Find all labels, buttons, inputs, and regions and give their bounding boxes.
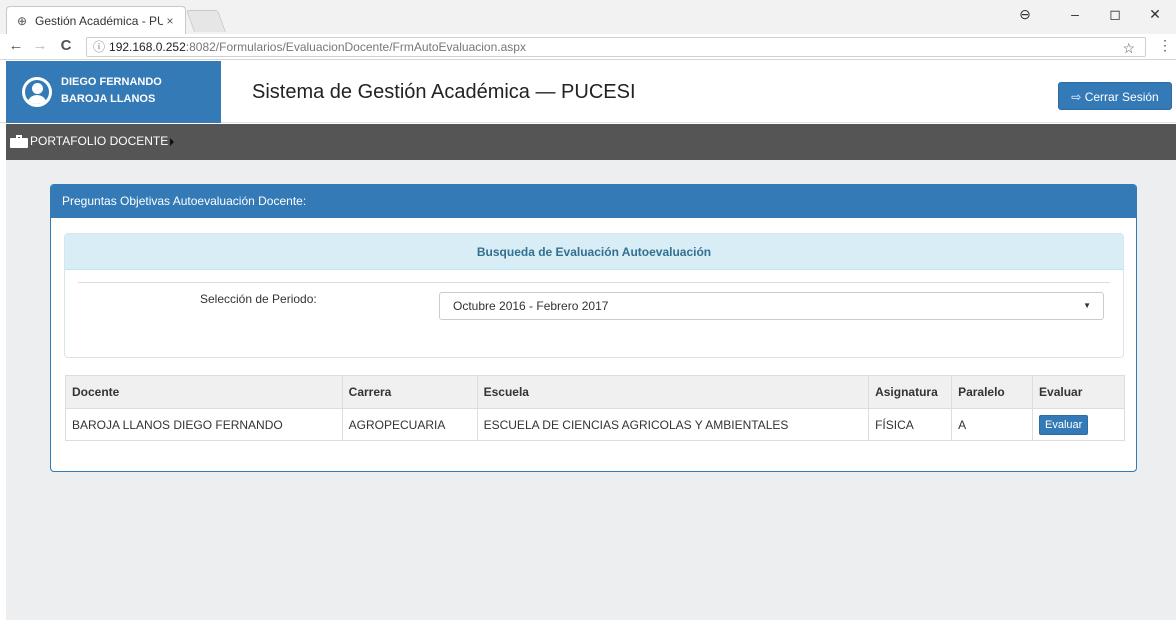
browser-tab[interactable]: ⊕ Gestión Académica - PU × (6, 6, 186, 34)
app-header: DIEGO FERNANDO BAROJA LLANOS Sistema de … (0, 61, 1176, 123)
period-select-value: Octubre 2016 - Febrero 2017 (453, 299, 609, 313)
account-icon[interactable]: ⊖ (1010, 6, 1040, 23)
autoevaluation-panel: Preguntas Objetivas Autoevaluación Docen… (50, 184, 1137, 472)
nav-item-label: PORTAFOLIO DOCENTE (30, 134, 169, 148)
url-path: :8082/Formularios/EvaluacionDocente/FrmA… (185, 40, 526, 54)
column-header-docente[interactable]: Docente (65, 375, 343, 409)
browser-menu-icon[interactable]: ⋮ (1158, 37, 1172, 54)
content-area: Preguntas Objetivas Autoevaluación Docen… (6, 160, 1176, 620)
logout-button[interactable]: ⇨ Cerrar Sesión (1058, 82, 1172, 110)
bookmark-star-icon[interactable]: ☆ (1122, 39, 1135, 57)
period-label: Selección de Periodo: (200, 292, 317, 306)
briefcase-icon (10, 134, 28, 148)
column-header-paralelo[interactable]: Paralelo (951, 375, 1034, 409)
logout-label: Cerrar Sesión (1084, 90, 1159, 104)
evaluation-table: Docente Carrera Escuela Asignatura Paral… (65, 375, 1125, 441)
page-title: Sistema de Gestión Académica — PUCESI (252, 81, 636, 103)
cell-carrera: AGROPECUARIA (341, 408, 478, 441)
cell-escuela: ESCUELA DE CIENCIAS AGRICOLAS Y AMBIENTA… (476, 408, 870, 441)
period-select[interactable]: Octubre 2016 - Febrero 2017 ▼ (439, 292, 1104, 320)
user-name-last: BAROJA LLANOS (61, 93, 156, 105)
chevron-down-icon: ▼ (1083, 301, 1091, 310)
close-window-icon[interactable]: ✕ (1140, 6, 1170, 23)
info-icon[interactable]: ⓘ (93, 40, 105, 54)
panel-heading: Preguntas Objetivas Autoevaluación Docen… (51, 185, 1136, 218)
column-header-asignatura[interactable]: Asignatura (868, 375, 953, 409)
globe-icon: ⊕ (16, 13, 28, 28)
minimize-icon[interactable]: – (1060, 6, 1090, 22)
tab-title: Gestión Académica - PU (35, 13, 163, 28)
search-panel: Busqueda de Evaluación Autoevaluación Se… (64, 233, 1124, 358)
table-row: BAROJA LLANOS DIEGO FERNANDO AGROPECUARI… (65, 408, 1125, 441)
column-header-escuela[interactable]: Escuela (476, 375, 870, 409)
sign-out-icon: ⇨ (1071, 90, 1082, 104)
search-heading: Busqueda de Evaluación Autoevaluación (65, 234, 1123, 270)
url-host: 192.168.0.252 (109, 40, 186, 54)
cell-asignatura: FÍSICA (868, 408, 953, 441)
browser-address-bar: ← → C ⓘ 192.168.0.252:8082/Formularios/Ev… (0, 34, 1176, 60)
tab-close-icon[interactable]: × (163, 14, 177, 28)
main-navbar: PORTAFOLIO DOCENTE (6, 124, 1176, 160)
new-tab-button[interactable] (185, 10, 227, 32)
divider (78, 282, 1110, 283)
user-name-first: DIEGO FERNANDO (61, 76, 162, 88)
user-box: DIEGO FERNANDO BAROJA LLANOS (6, 61, 221, 123)
forward-icon[interactable]: → (30, 37, 50, 54)
column-header-carrera[interactable]: Carrera (341, 375, 478, 409)
maximize-icon[interactable]: ◻ (1100, 6, 1130, 23)
back-icon[interactable]: ← (6, 37, 26, 54)
reload-icon[interactable]: C (56, 37, 76, 54)
caret-right-icon (170, 138, 175, 146)
column-header-evaluar: Evaluar (1032, 375, 1125, 409)
cell-docente: BAROJA LLANOS DIEGO FERNANDO (65, 408, 343, 441)
user-name: DIEGO FERNANDO BAROJA LLANOS (61, 74, 162, 108)
url-input[interactable]: ⓘ 192.168.0.252:8082/Formularios/Evaluaci… (86, 37, 1146, 57)
cell-paralelo: A (951, 408, 1034, 441)
evaluar-button[interactable]: Evaluar (1039, 414, 1089, 435)
browser-tabstrip: ⊕ Gestión Académica - PU × ⊖ – ◻ ✕ (0, 0, 1176, 34)
user-avatar-icon (22, 77, 52, 107)
nav-item-portafolio-docente[interactable]: PORTAFOLIO DOCENTE (10, 134, 175, 148)
cell-evaluar: Evaluar (1032, 408, 1125, 441)
table-header-row: Docente Carrera Escuela Asignatura Paral… (65, 375, 1125, 409)
